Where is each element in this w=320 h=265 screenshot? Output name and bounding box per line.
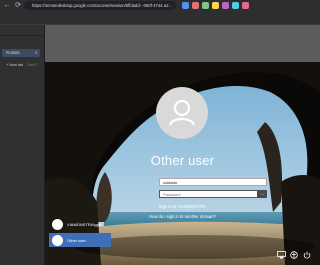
browser-chrome: ← ⟳ https://remotedesktop.google.com/acc… [0,0,320,25]
user-icon [52,218,63,230]
extension-icon[interactable] [222,2,229,9]
sign-in-domain-text: Sign in to: VIAMONSTRA [158,204,207,209]
new-tab-item[interactable]: + New tab Ctrl+T [2,61,40,69]
new-tab-label: New tab [9,63,24,67]
password-field[interactable]: Password [159,190,267,198]
session-tab-item[interactable]: PLDBIS ✕ [2,49,40,57]
extension-icon[interactable] [192,2,199,9]
remote-top-bar [45,25,320,62]
extension-icon[interactable] [242,2,249,9]
back-icon[interactable]: ← [3,2,11,10]
session-tab-label: PLDBIS [6,51,20,55]
side-panel-header [0,25,44,36]
close-icon[interactable]: ✕ [35,49,38,57]
extension-icon[interactable] [182,2,189,9]
extension-icon[interactable] [202,2,209,9]
user-list-item-selected[interactable]: Other user [49,233,111,247]
user-avatar [156,87,208,139]
user-list-item[interactable]: VIAMONSTRA\gyh... [49,217,111,231]
remote-desktop-view[interactable]: Other user cuidado Password → Sign in to… [45,25,320,265]
user-list-label: Other user [67,237,86,243]
address-bar[interactable]: https://remotedesktop.google.com/access/… [24,1,176,10]
extension-icon[interactable] [232,2,239,9]
person-icon [168,99,196,126]
network-icon[interactable] [277,251,286,259]
user-name-title: Other user [150,153,215,168]
side-panel: PLDBIS ✕ + New tab Ctrl+T [0,25,45,265]
user-icon [52,234,63,246]
username-field[interactable]: cuidado [159,178,267,186]
reload-icon[interactable]: ⟳ [14,2,22,10]
bookmarks-bar [0,12,320,25]
accessibility-icon[interactable] [290,251,298,259]
submit-arrow-button[interactable]: → [257,190,267,198]
new-tab-hint: Ctrl+T [27,62,38,67]
user-list-label: VIAMONSTRA\gyh... [67,221,105,227]
power-icon[interactable] [303,251,311,259]
extension-icon[interactable] [212,2,219,9]
